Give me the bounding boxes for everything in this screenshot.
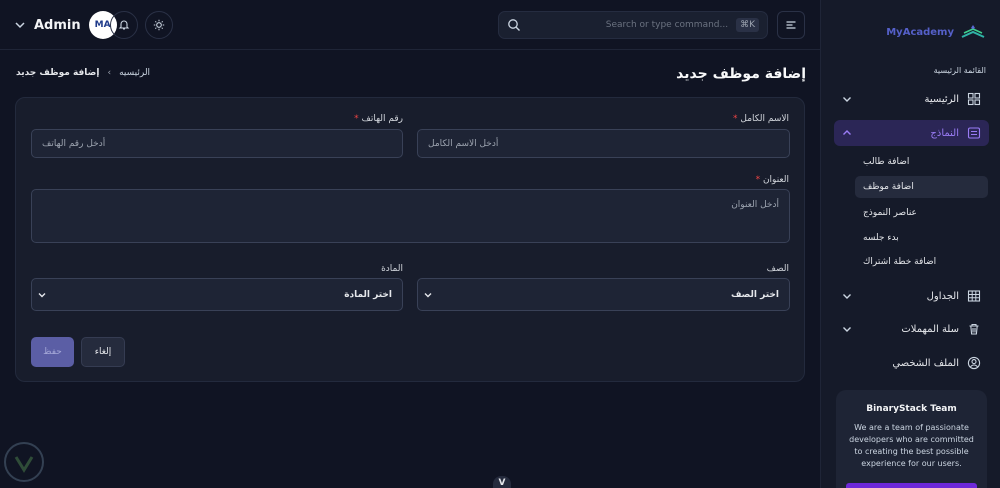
sidebar-item-label: الجداول xyxy=(926,290,959,302)
section-title: القائمة الرئيسية xyxy=(933,66,986,75)
phone-label: رقم الهاتف * xyxy=(354,114,403,124)
table-icon xyxy=(967,290,981,302)
brand-name: MyAcademy xyxy=(886,26,954,38)
search-shortcut: ⌘K xyxy=(736,18,759,32)
menu-icon xyxy=(786,21,796,29)
book-logo-icon xyxy=(961,25,985,38)
class-select-value: اختر الصف xyxy=(730,289,779,300)
brand[interactable]: MyAcademy xyxy=(886,23,986,41)
class-label: الصف xyxy=(766,264,789,274)
full-name-label: الاسم الكامل * xyxy=(733,114,789,124)
sidebar-item-label: النماذج xyxy=(930,127,959,139)
sidebar-toggle-button[interactable] xyxy=(777,11,805,39)
sidebar-subitem-form-elements[interactable]: عناصر النموذج xyxy=(855,202,988,224)
user-circle-icon xyxy=(967,356,981,370)
trash-icon xyxy=(969,323,979,335)
class-select[interactable]: اختر الصف xyxy=(417,278,790,311)
sidebar-item-label: الملف الشخصي xyxy=(892,357,959,369)
sidebar-item-label: الرئيسية xyxy=(924,93,959,105)
chevron-down-icon xyxy=(843,97,851,102)
scroll-handle[interactable]: V xyxy=(493,476,511,488)
sidebar-item-home[interactable]: الرئيسية xyxy=(834,86,989,112)
watermark-seal-icon xyxy=(4,442,44,482)
promo-card: BinaryStack Team We are a team of passio… xyxy=(836,390,987,488)
breadcrumb-current: إضافة موظف جديد xyxy=(16,68,100,78)
search-box[interactable]: Search or type command... ⌘K xyxy=(498,11,768,39)
promo-button[interactable] xyxy=(846,483,977,488)
address-label: العنوان * xyxy=(755,175,789,185)
employee-form: الاسم الكامل * أدخل الاسم الكامل رقم اله… xyxy=(15,97,805,382)
sidebar: MyAcademy القائمة الرئيسية الرئيسية النم… xyxy=(820,0,1000,488)
chevron-down-icon xyxy=(843,327,851,332)
subject-label: المادة xyxy=(381,264,403,274)
notifications-button[interactable] xyxy=(110,11,138,39)
sidebar-item-label: سلة المهملات xyxy=(901,323,959,335)
sidebar-subitem-start-session[interactable]: بدء جلسه xyxy=(855,227,988,249)
phone-input[interactable]: أدخل رقم الهاتف xyxy=(31,129,403,158)
chevron-down-icon xyxy=(15,22,25,29)
breadcrumb: إضافة موظف جديد ‹ الرئيسيه xyxy=(16,68,150,78)
sidebar-item-trash[interactable]: سلة المهملات xyxy=(834,316,989,342)
topbar: Admin MA Search or type command... ⌘K xyxy=(0,0,820,50)
page-title: إضافة موظف جديد xyxy=(676,66,806,82)
search-icon xyxy=(508,19,520,31)
chevron-down-icon xyxy=(843,294,851,299)
user-menu[interactable]: Admin MA xyxy=(14,10,117,40)
bell-icon xyxy=(118,20,130,30)
grid-icon xyxy=(967,92,981,106)
subject-select[interactable]: اختر المادة xyxy=(31,278,403,311)
full-name-input[interactable]: أدخل الاسم الكامل xyxy=(417,129,790,158)
address-textarea[interactable]: أدخل العنوان xyxy=(31,189,790,243)
breadcrumb-home[interactable]: الرئيسيه xyxy=(119,68,150,78)
sidebar-subitem-add-plan[interactable]: اضافة خطة اشتراك xyxy=(855,251,988,273)
promo-title: BinaryStack Team xyxy=(866,404,957,414)
chevron-down-icon xyxy=(38,292,46,297)
promo-body: We are a team of passionate developers w… xyxy=(849,423,974,468)
theme-toggle-button[interactable] xyxy=(145,11,173,39)
sidebar-item-tables[interactable]: الجداول xyxy=(834,283,989,309)
chevron-up-icon xyxy=(843,130,851,135)
form-icon xyxy=(967,127,981,139)
chevron-left-icon: ‹ xyxy=(107,68,112,78)
sun-icon xyxy=(153,19,165,31)
sidebar-subitem-add-employee[interactable]: اضافة موظف xyxy=(855,176,988,198)
cancel-button[interactable]: إلغاء xyxy=(81,337,125,367)
sidebar-item-profile[interactable]: الملف الشخصي xyxy=(834,350,989,376)
sidebar-subitem-add-student[interactable]: اضافة طالب xyxy=(855,151,988,173)
user-name: Admin xyxy=(34,17,81,33)
search-input[interactable]: Search or type command... xyxy=(521,20,736,30)
subject-select-value: اختر المادة xyxy=(344,289,392,300)
save-button[interactable]: حفظ xyxy=(31,337,74,367)
sidebar-item-forms[interactable]: النماذج xyxy=(834,120,989,146)
chevron-down-icon xyxy=(424,292,432,297)
